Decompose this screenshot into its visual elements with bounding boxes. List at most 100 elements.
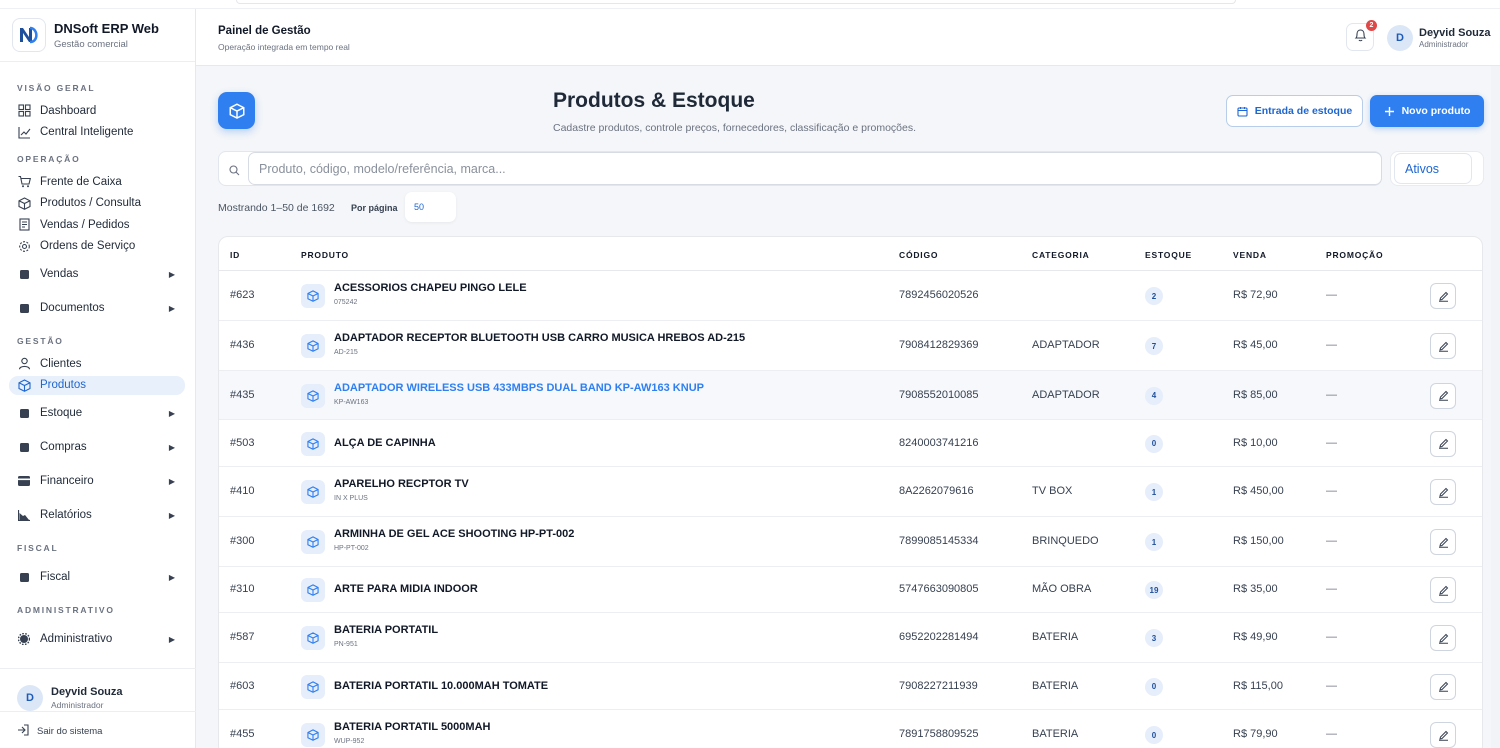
sidebar-group-compras[interactable]: Compras ▶ [0,430,195,464]
per-page-select[interactable]: 50 [405,192,456,222]
table-row[interactable]: #410 APARELHO RECPTOR TV IN X PLUS 8A226207… [219,467,1482,517]
product-box-icon [301,723,325,747]
calendar-icon [1237,106,1248,117]
product-name[interactable]: BATERIA PORTATIL 5000MAH [334,721,490,733]
sidebar-item-clientes[interactable]: Clientes [0,353,195,375]
documentos-icon [17,301,31,315]
sidebar-item-vendas-pedidos[interactable]: Vendas / Pedidos [0,214,195,236]
table-row[interactable]: #436 ADAPTADOR RECEPTOR BLUETOOTH USB CAR… [219,321,1482,371]
sidebar-group-fiscal[interactable]: Fiscal ▶ [0,560,195,594]
product-name[interactable]: ALÇA DE CAPINHA [334,437,436,449]
sale-price: R$ 450,00 [1233,485,1284,497]
product-name[interactable]: ADAPTADOR RECEPTOR BLUETOOTH USB CARRO M… [334,332,745,344]
header-user-role: Administrador [1419,40,1469,49]
sidebar-group-documentos[interactable]: Documentos ▶ [0,291,195,325]
product-code: 7908227211939 [899,679,978,692]
pencil-icon [1438,681,1448,692]
avatar[interactable]: D [17,685,43,711]
promotion-value: — [1326,583,1337,595]
avatar: D [1387,25,1413,51]
sidebar-item-ordens-servico[interactable]: Ordens de Serviço [0,236,195,258]
edit-button[interactable] [1430,283,1456,309]
header-user-name: Deyvid Souza [1419,27,1491,39]
table-row[interactable]: #300 ARMINHA DE GEL ACE SHOOTING HP-PT-00… [219,517,1482,567]
product-name[interactable]: BATERIA PORTATIL [334,624,438,636]
table-row[interactable]: #623 ACESSORIOS CHAPEU PINGO LELE 075242 78… [219,271,1482,321]
page-title: Produtos & Estoque [553,89,755,112]
sidebar-group-vendas[interactable]: Vendas ▶ [0,257,195,291]
product-name[interactable]: ACESSORIOS CHAPEU PINGO LELE [334,282,527,294]
sidebar-group-financeiro[interactable]: Financeiro ▶ [0,464,195,498]
header-user-menu[interactable]: D Deyvid Souza Administrador [1387,25,1491,51]
edit-button[interactable] [1430,430,1456,457]
table-row[interactable]: #603 BATERIA PORTATIL 10.000MAH TOMATE 790… [219,663,1482,710]
logout-link[interactable]: Sair do sistema [0,712,196,739]
results-count: Mostrando 1–50 de 1692 [218,202,335,214]
search-icon [229,163,240,181]
notifications-button[interactable]: 2 [1346,20,1377,51]
column-header-venda[interactable]: VENDA [1233,250,1267,260]
edit-button[interactable] [1430,673,1456,700]
pencil-icon [1438,291,1448,302]
product-box-icon [301,674,325,699]
column-header-produto[interactable]: PRODUTO [301,250,349,260]
table-row[interactable]: #587 BATERIA PORTATIL PN-951 6952202281494 B… [219,613,1482,663]
sidebar-item-frente-caixa[interactable]: Frente de Caixa [0,171,195,193]
search-input[interactable] [248,152,1382,185]
column-header-promocao[interactable]: PROMOÇÃO [1326,250,1383,260]
row-id: #455 [230,728,255,740]
sidebar: DNSoft ERP Web Gestão comercial VISÃO GE… [0,9,196,748]
product-name[interactable]: APARELHO RECPTOR TV [334,478,469,490]
edit-button[interactable] [1430,382,1456,409]
new-product-button[interactable]: Novo produto [1370,95,1484,127]
promotion-value: — [1326,388,1337,401]
product-box-icon [301,530,325,554]
edit-button[interactable] [1430,722,1456,748]
sidebar-group-relatorios[interactable]: Relatórios ▶ [0,498,195,532]
promotion-value: — [1326,289,1337,301]
product-category: BATERIA [1032,631,1079,643]
sidebar-item-dashboard[interactable]: Dashboard [0,100,195,122]
row-id: #623 [230,289,255,301]
product-name[interactable]: ARTE PARA MIDIA INDOOR [334,583,478,595]
sale-price: R$ 79,90 [1233,728,1278,740]
status-filter-select[interactable]: Ativos [1394,153,1472,184]
edit-button[interactable] [1430,625,1456,651]
table-row[interactable]: #310 ARTE PARA MIDIA INDOOR 5747663090805 M… [219,567,1482,613]
product-reference: AD-215 [334,349,358,356]
product-code: 7891758809525 [899,728,979,740]
table-row[interactable]: #503 ALÇA DE CAPINHA 8240003741216 0 R$ 10,0… [219,420,1482,467]
page-subtitle: Cadastre produtos, controle preços, forn… [553,122,917,134]
page-scrollbar[interactable] [1491,66,1500,748]
product-name[interactable]: BATERIA PORTATIL 10.000MAH TOMATE [334,680,548,692]
edit-button[interactable] [1430,529,1456,555]
column-header-id[interactable]: ID [230,250,240,260]
product-name[interactable]: ADAPTADOR WIRELESS USB 433MBPS DUAL BAND… [334,382,704,394]
column-header-estoque[interactable]: ESTOQUE [1145,250,1192,260]
stock-badge: 1 [1145,483,1163,501]
column-header-codigo[interactable]: CÓDIGO [899,250,938,260]
sidebar-item-produtos-consulta[interactable]: Produtos / Consulta [0,193,195,215]
stock-entry-button[interactable]: Entrada de estoque [1226,95,1363,127]
product-name[interactable]: ARMINHA DE GEL ACE SHOOTING HP-PT-002 [334,528,574,540]
sidebar-user-role: Administrador [51,700,104,710]
chevron-right-icon: ▶ [168,408,175,418]
sidebar-group-administrativo[interactable]: Administrativo ▶ [0,622,195,656]
table-row[interactable]: #435 ADAPTADOR WIRELESS USB 433MBPS DUAL … [219,371,1482,420]
row-id: #410 [230,485,255,497]
sidebar-group-estoque[interactable]: Estoque ▶ [0,396,195,430]
sidebar-item-central-inteligente[interactable]: Central Inteligente [0,122,195,144]
table-row[interactable]: #455 BATERIA PORTATIL 5000MAH WUP-952 78917… [219,710,1482,748]
edit-button[interactable] [1430,479,1456,505]
stock-badge: 7 [1145,337,1163,355]
edit-button[interactable] [1430,333,1456,359]
sidebar-item-produtos[interactable]: Produtos [0,375,195,397]
brand[interactable]: DNSoft ERP Web Gestão comercial [0,9,195,62]
pencil-icon [1438,487,1448,498]
product-box-icon [301,284,325,308]
edit-button[interactable] [1430,577,1456,603]
column-header-categoria[interactable]: CATEGORIA [1032,250,1090,260]
product-category: MÃO OBRA [1032,583,1092,595]
vendas-icon [17,267,31,281]
sale-price: R$ 150,00 [1233,535,1284,547]
